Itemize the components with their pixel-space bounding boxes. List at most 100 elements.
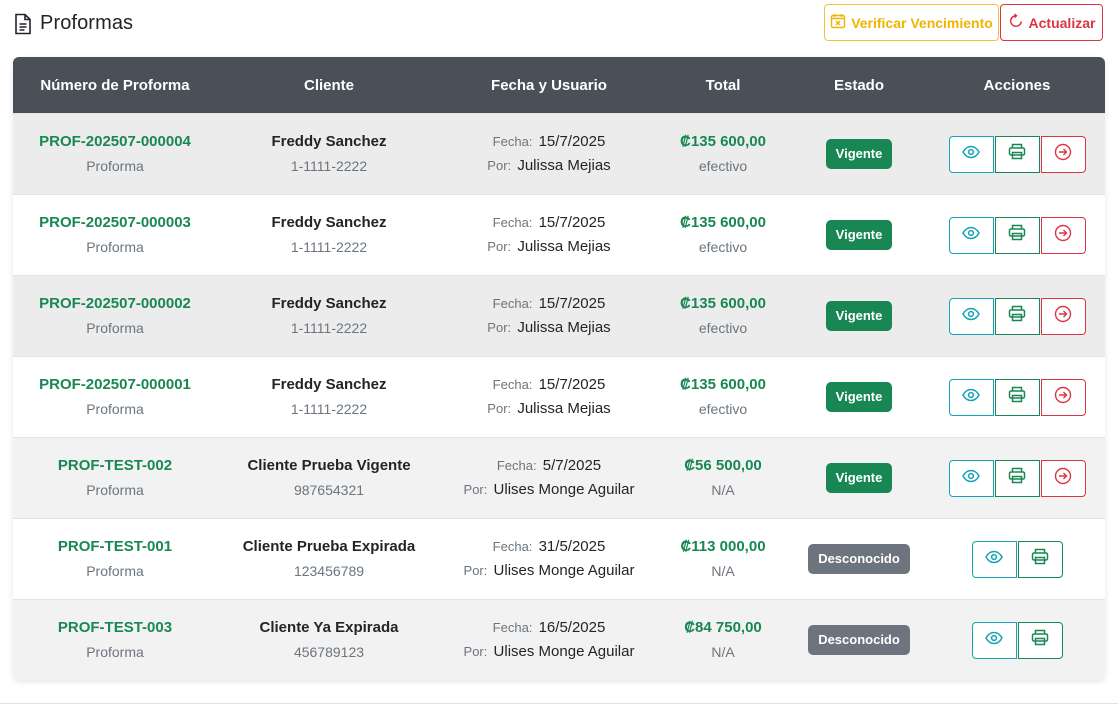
- proforma-number[interactable]: PROF-TEST-001: [58, 537, 172, 557]
- column-header-actions: Acciones: [983, 76, 1051, 94]
- client-name: Cliente Ya Expirada: [259, 619, 399, 636]
- cell-total: ₡135 600,00 efectivo: [657, 213, 789, 257]
- proforma-type: Proforma: [86, 158, 144, 174]
- proforma-number[interactable]: PROF-TEST-003: [58, 618, 172, 638]
- user-label: Por:: [463, 563, 488, 578]
- cell-client: Freddy Sanchez 1-1111-2222: [217, 132, 441, 176]
- view-button[interactable]: [971, 621, 1017, 659]
- convert-button[interactable]: [1040, 378, 1086, 416]
- proforma-number[interactable]: PROF-202507-000001: [39, 375, 191, 395]
- cell-number: PROF-TEST-001 Proforma: [13, 537, 217, 581]
- client-id: 456789123: [293, 644, 365, 660]
- status-badge: Vigente: [825, 382, 893, 412]
- table-row: PROF-TEST-003 Proforma Cliente Ya Expira…: [13, 599, 1105, 680]
- convert-button[interactable]: [1040, 216, 1086, 254]
- eye-icon: [962, 307, 980, 326]
- cell-actions: [929, 540, 1105, 578]
- user-line: Por: Julissa Mejias: [487, 156, 610, 176]
- cell-actions: [929, 297, 1105, 335]
- table-body: PROF-202507-000004 Proforma Freddy Sanch…: [13, 113, 1105, 680]
- payment-method: efectivo: [698, 239, 748, 255]
- table-row: PROF-TEST-002 Proforma Cliente Prueba Vi…: [13, 437, 1105, 518]
- arrow-right-circle-icon: [1054, 386, 1072, 409]
- client-name: Freddy Sanchez: [271, 295, 387, 312]
- client-name: Cliente Prueba Expirada: [242, 538, 416, 555]
- client-id: 1-1111-2222: [290, 158, 368, 174]
- eye-icon: [962, 388, 980, 407]
- print-button[interactable]: [994, 135, 1040, 173]
- proforma-number[interactable]: PROF-202507-000002: [39, 294, 191, 314]
- print-button[interactable]: [994, 459, 1040, 497]
- cell-actions: [929, 216, 1105, 254]
- cell-client: Freddy Sanchez 1-1111-2222: [217, 294, 441, 338]
- view-button[interactable]: [948, 297, 994, 335]
- proforma-type: Proforma: [86, 401, 144, 417]
- view-button[interactable]: [948, 459, 994, 497]
- client-id: 1-1111-2222: [290, 320, 368, 336]
- arrow-right-circle-icon: [1054, 224, 1072, 247]
- date-label: Fecha:: [492, 377, 533, 392]
- print-button[interactable]: [994, 216, 1040, 254]
- proforma-number[interactable]: PROF-202507-000003: [39, 213, 191, 233]
- eye-icon: [985, 631, 1003, 650]
- cell-date-user: Fecha: 16/5/2025 Por: Ulises Monge Aguil…: [441, 618, 657, 662]
- view-button[interactable]: [948, 378, 994, 416]
- date-value: 15/7/2025: [538, 133, 606, 150]
- action-group: [948, 297, 1086, 335]
- status-badge: Vigente: [825, 139, 893, 169]
- total-amount: ₡135 600,00: [680, 133, 766, 150]
- user-value: Ulises Monge Aguilar: [493, 562, 635, 579]
- view-button[interactable]: [948, 135, 994, 173]
- cell-total: ₡56 500,00 N/A: [657, 456, 789, 500]
- total-amount: ₡113 000,00: [680, 538, 766, 555]
- date-label: Fecha:: [496, 458, 537, 473]
- cell-total: ₡113 000,00 N/A: [657, 537, 789, 581]
- view-button[interactable]: [971, 540, 1017, 578]
- action-group: [948, 459, 1086, 497]
- print-button[interactable]: [1017, 621, 1063, 659]
- action-group: [971, 540, 1063, 578]
- print-button[interactable]: [994, 378, 1040, 416]
- document-icon: [14, 13, 32, 35]
- view-button[interactable]: [948, 216, 994, 254]
- table-row: PROF-202507-000001 Proforma Freddy Sanch…: [13, 356, 1105, 437]
- date-value: 31/5/2025: [538, 538, 606, 555]
- cell-number: PROF-TEST-002 Proforma: [13, 456, 217, 500]
- action-group: [948, 378, 1086, 416]
- payment-method: N/A: [711, 482, 735, 498]
- date-line: Fecha: 15/7/2025: [493, 294, 606, 314]
- printer-icon: [1008, 467, 1026, 489]
- verify-expiration-label: Verificar Vencimiento: [851, 14, 993, 31]
- cell-status: Vigente: [789, 463, 929, 493]
- proforma-number[interactable]: PROF-TEST-002: [58, 456, 172, 476]
- user-label: Por:: [487, 158, 512, 173]
- user-line: Por: Ulises Monge Aguilar: [464, 480, 635, 500]
- cell-actions: [929, 621, 1105, 659]
- proforma-type: Proforma: [86, 239, 144, 255]
- user-label: Por:: [463, 482, 488, 497]
- action-group: [948, 135, 1086, 173]
- refresh-button[interactable]: Actualizar: [1000, 4, 1103, 41]
- user-label: Por:: [463, 644, 488, 659]
- print-button[interactable]: [994, 297, 1040, 335]
- printer-icon: [1008, 143, 1026, 165]
- status-badge: Vigente: [825, 463, 893, 493]
- cell-actions: [929, 135, 1105, 173]
- date-line: Fecha: 16/5/2025: [493, 618, 606, 638]
- status-badge: Desconocido: [808, 544, 910, 574]
- cell-total: ₡135 600,00 efectivo: [657, 375, 789, 419]
- proforma-number[interactable]: PROF-202507-000004: [39, 132, 191, 152]
- date-label: Fecha:: [492, 296, 533, 311]
- convert-button[interactable]: [1040, 135, 1086, 173]
- action-group: [971, 621, 1063, 659]
- cell-number: PROF-202507-000002 Proforma: [13, 294, 217, 338]
- verify-expiration-button[interactable]: Verificar Vencimiento: [824, 4, 999, 41]
- print-button[interactable]: [1017, 540, 1063, 578]
- convert-button[interactable]: [1040, 459, 1086, 497]
- user-value: Julissa Mejias: [517, 319, 611, 336]
- convert-button[interactable]: [1040, 297, 1086, 335]
- table-header: Número de Proforma Cliente Fecha y Usuar…: [13, 57, 1105, 113]
- proforma-type: Proforma: [86, 644, 144, 660]
- cell-date-user: Fecha: 15/7/2025 Por: Julissa Mejias: [441, 132, 657, 176]
- user-value: Ulises Monge Aguilar: [493, 643, 635, 660]
